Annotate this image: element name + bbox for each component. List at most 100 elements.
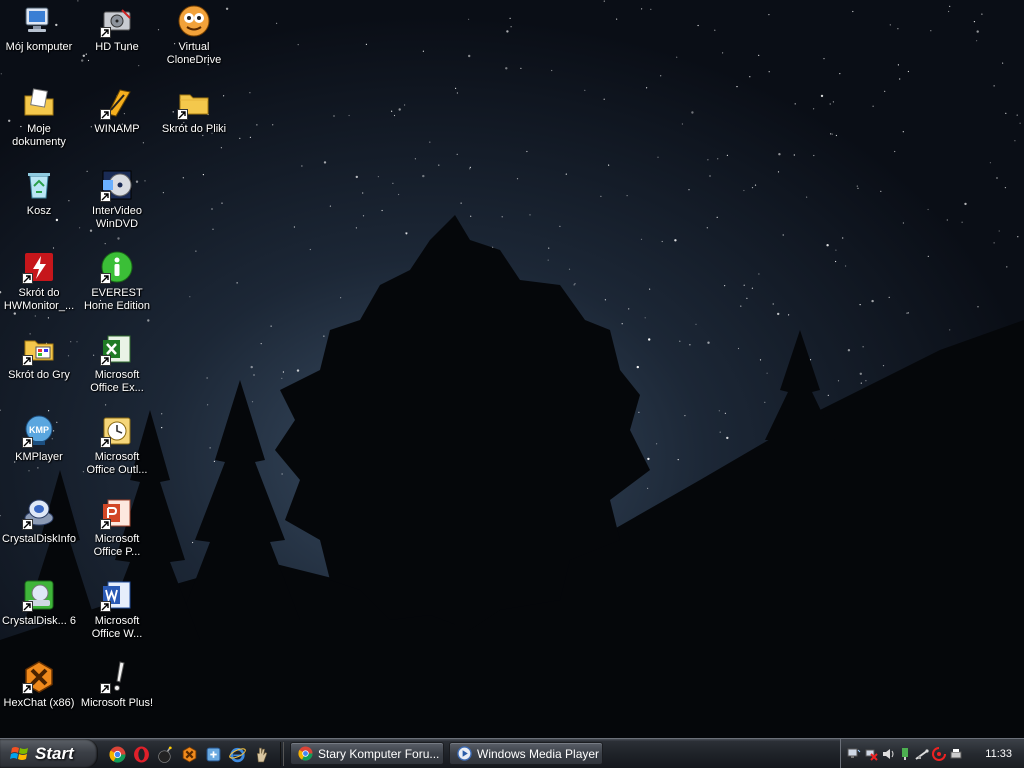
clock[interactable]: 11:33 <box>985 748 1012 760</box>
shortcut-arrow-icon <box>22 355 33 366</box>
shortcut-arrow-icon <box>100 683 111 694</box>
network-icon <box>206 747 220 761</box>
games-folder-icon <box>22 332 56 366</box>
safely-remove-icon[interactable] <box>898 747 912 761</box>
quick-launch-gesture[interactable] <box>250 743 272 765</box>
shortcut-arrow-icon <box>100 519 111 530</box>
shortcut-arrow-icon <box>22 601 33 612</box>
start-button[interactable]: Start <box>0 739 98 768</box>
desktop-icon-virtual-clonedrive[interactable]: Virtual CloneDrive <box>155 4 233 67</box>
desktop-icon-excel[interactable]: Microsoft Office Ex... <box>78 332 156 395</box>
powerpoint-icon <box>100 496 134 530</box>
shortcut-arrow-icon <box>22 437 33 448</box>
usb-icon[interactable] <box>915 747 929 761</box>
desktop-icon-games-folder[interactable]: Skrót do Gry <box>0 332 78 382</box>
desktop-icon-label: KMPlayer <box>15 451 63 463</box>
quick-launch-network[interactable] <box>202 743 224 765</box>
hwmonitor-icon <box>22 250 56 284</box>
outlook-icon <box>100 414 134 448</box>
desktop-icon-label: Moje dokumenty <box>12 123 66 148</box>
gesture-icon <box>256 747 267 762</box>
excel-icon <box>100 332 134 366</box>
desktop-icon-outlook[interactable]: Microsoft Office Outl... <box>78 414 156 477</box>
desktop-icon-hwmonitor[interactable]: Skrót do HWMonitor_... <box>0 250 78 313</box>
shortcut-arrow-icon <box>100 191 111 202</box>
chrome-icon <box>108 746 125 763</box>
my-documents-icon <box>22 86 56 120</box>
network-monitor-icon[interactable] <box>847 747 861 761</box>
desktop-icon-hd-tune[interactable]: HD Tune <box>78 4 156 54</box>
my-computer-icon <box>22 4 56 38</box>
bomb-icon <box>157 746 172 763</box>
desktop-icon-my-documents[interactable]: Moje dokumenty <box>0 86 78 149</box>
desktop-icon-label: Virtual CloneDrive <box>166 41 222 66</box>
quick-launch-opera[interactable] <box>130 743 152 765</box>
shortcut-arrow-icon <box>22 683 33 694</box>
quick-launch-chrome[interactable] <box>106 743 128 765</box>
desktop-icon-label: Skrót do HWMonitor_... <box>3 287 75 312</box>
desktop-icon-label: Kosz <box>26 205 52 217</box>
desktop-icon-label: HD Tune <box>95 41 139 53</box>
hexchat-icon <box>182 746 196 762</box>
desktop-icon-recycle-bin[interactable]: Kosz <box>0 168 78 218</box>
desktop-icon-everest[interactable]: EVEREST Home Edition <box>78 250 156 313</box>
desktop-icon-winamp[interactable]: WINAMP <box>78 86 156 136</box>
desktop-icon-label: Microsoft Office W... <box>91 615 143 640</box>
taskbar-button-chrome-forum[interactable]: Stary Komputer Foru... <box>290 742 444 765</box>
task-label: Stary Komputer Foru... <box>318 746 440 761</box>
desktop-icon-label: Skrót do Gry <box>8 369 70 381</box>
quick-launch-internet-explorer[interactable] <box>226 743 248 765</box>
desktop-icon-crystaldiskmark[interactable]: CrystalDisk... 6 <box>0 578 78 628</box>
hd-tune-icon <box>100 4 134 38</box>
microsoft-plus-icon <box>100 660 134 694</box>
taskbar: Start Stary Komputer Foru... Windows Med… <box>0 738 1024 768</box>
desktop-icon-hexchat[interactable]: HexChat (x86) <box>0 660 78 710</box>
desktop-icon-powerpoint[interactable]: Microsoft Office P... <box>78 496 156 559</box>
quick-launch-bar <box>106 743 272 765</box>
shortcut-arrow-icon <box>100 437 111 448</box>
windvd-icon <box>100 168 134 202</box>
volume-icon[interactable] <box>881 747 895 761</box>
desktop-icon-label: CrystalDisk... 6 <box>2 615 76 627</box>
desktop-icon-label: EVEREST Home Edition <box>83 287 151 312</box>
desktop-icon-label: CrystalDiskInfo <box>2 533 76 545</box>
desktop-icon-label: Microsoft Plus! <box>80 697 154 709</box>
desktop-icon-label: InterVideo WinDVD <box>92 205 142 230</box>
tray-icons <box>847 746 963 761</box>
desktop-icon-label: Mój komputer <box>5 41 73 53</box>
desktop-icon-folder[interactable]: Skrót do Pliki <box>155 86 233 136</box>
desktop-icon-word[interactable]: Microsoft Office W... <box>78 578 156 641</box>
desktop-icon-crystaldiskinfo[interactable]: CrystalDiskInfo <box>0 496 78 546</box>
windows-logo-icon <box>10 746 28 760</box>
internet-explorer-icon <box>228 747 246 762</box>
folder-icon <box>177 86 211 120</box>
taskbar-button-windows-media-player[interactable]: Windows Media Player <box>449 742 603 765</box>
shortcut-arrow-icon <box>100 601 111 612</box>
virtual-clonedrive-icon <box>177 4 211 38</box>
network-disconnected-icon[interactable] <box>864 747 878 761</box>
desktop-icon-microsoft-plus[interactable]: Microsoft Plus! <box>78 660 156 710</box>
desktop-icon-label: Skrót do Pliki <box>161 123 227 135</box>
shortcut-arrow-icon <box>100 27 111 38</box>
shortcut-arrow-icon <box>177 109 188 120</box>
desktop-icon-windvd[interactable]: InterVideo WinDVD <box>78 168 156 231</box>
quick-launch-hexchat[interactable] <box>178 743 200 765</box>
windows-media-player-icon <box>457 746 472 761</box>
shortcut-arrow-icon <box>22 519 33 530</box>
system-tray: 11:33 <box>840 739 1024 768</box>
recycle-bin-icon <box>22 168 56 202</box>
desktop-icon-label: Microsoft Office Ex... <box>90 369 144 394</box>
printer-icon[interactable] <box>949 747 963 761</box>
desktop-icon-label: Microsoft Office Outl... <box>86 451 148 476</box>
antivirus-icon[interactable] <box>932 746 946 761</box>
desktop: Mój komputer HD Tune Virtual CloneDrive Moj… <box>0 0 1024 738</box>
start-label: Start <box>35 743 74 763</box>
desktop-icon-kmplayer[interactable]: KMP KMPlayer <box>0 414 78 464</box>
shortcut-arrow-icon <box>22 273 33 284</box>
opera-icon <box>133 746 149 762</box>
quick-launch-bomb[interactable] <box>154 743 176 765</box>
svg-text:KMP: KMP <box>29 425 49 435</box>
crystaldiskmark-icon <box>22 578 56 612</box>
winamp-icon <box>100 86 134 120</box>
desktop-icon-my-computer[interactable]: Mój komputer <box>0 4 78 54</box>
